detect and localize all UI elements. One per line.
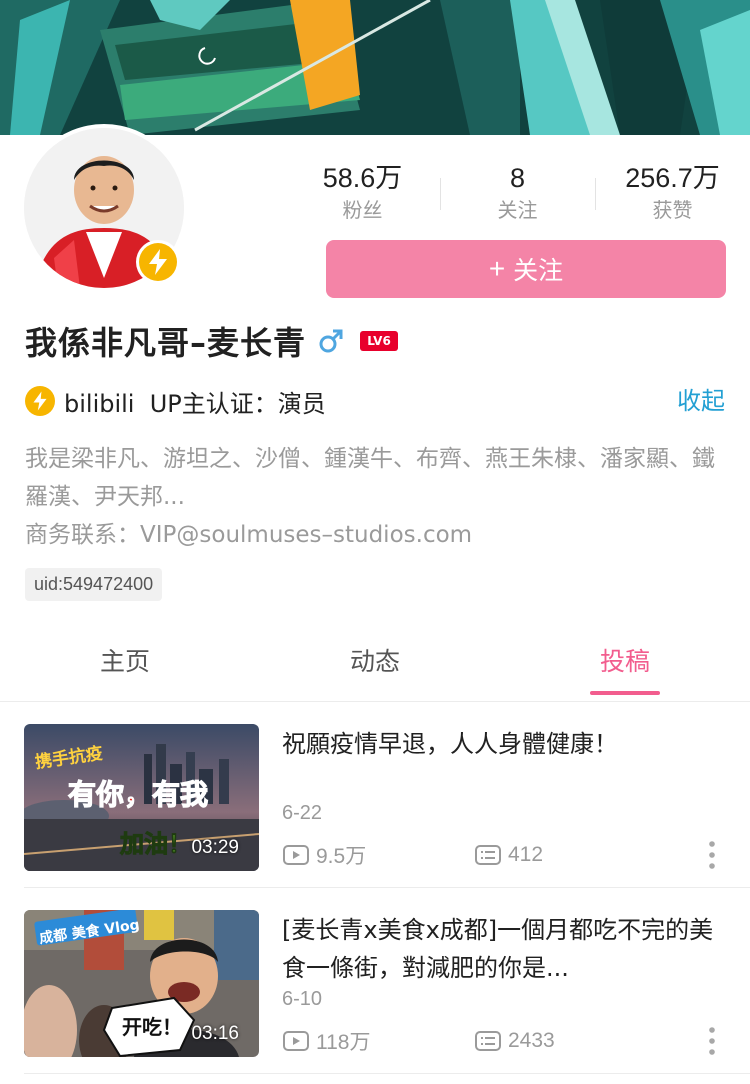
more-options-icon[interactable] bbox=[707, 1026, 717, 1056]
stat-divider bbox=[595, 178, 596, 210]
tab-label: 主页 bbox=[99, 647, 150, 676]
video-duration: 03:16 bbox=[191, 1023, 239, 1044]
comment-count: 2433 bbox=[508, 1029, 555, 1052]
profile-stats: 58.6万 粉丝 8 关注 256.7万 获赞 bbox=[285, 160, 750, 230]
uid-tag[interactable]: uid:549472400 bbox=[25, 568, 163, 601]
profile-tabs: 主页 动态 投稿 bbox=[0, 630, 750, 702]
bio-text: 我是梁非凡、游坦之、沙僧、鍾漢牛、布齊、燕王朱棣、潘家顯、鐵羅漢、尹天邦... bbox=[25, 446, 715, 510]
divider bbox=[24, 887, 750, 888]
thumb-text: 有你，有我 bbox=[68, 778, 208, 811]
stat-value: 58.6万 bbox=[322, 163, 403, 193]
stat-value: 8 bbox=[509, 163, 526, 193]
comment-count: 412 bbox=[508, 843, 544, 866]
video-title[interactable]: [麦长青x美食x成都]一個月都吃不完的美食一條街，對減肥的你是... bbox=[282, 911, 722, 987]
stat-divider bbox=[440, 178, 441, 210]
thumb-text: 哈哈哈哈 bbox=[144, 1039, 180, 1051]
comment-count-icon bbox=[475, 845, 501, 865]
tab-submissions[interactable]: 投稿 bbox=[500, 630, 750, 701]
video-thumbnail[interactable]: 携手抗疫 有你，有我 加油！ 03:29 bbox=[24, 724, 259, 871]
video-date: 6-22 bbox=[282, 802, 323, 824]
thumb-text: 加油！ bbox=[120, 830, 192, 858]
stat-likes[interactable]: 256.7万 获赞 bbox=[595, 160, 750, 230]
stat-following[interactable]: 8 关注 bbox=[440, 160, 595, 230]
follow-button-label: 关注 bbox=[513, 257, 564, 285]
video-thumbnail[interactable]: 成都 美食 Vlog 开吃！ 哈哈哈哈 03:16 bbox=[24, 910, 259, 1057]
video-item[interactable]: 携手抗疫 有你，有我 加油！ 03:29 祝願疫情早退，人人身體健康！ 6-22… bbox=[0, 703, 750, 888]
stat-label: 关注 bbox=[497, 198, 538, 222]
plus-icon: + bbox=[488, 253, 506, 284]
stat-value: 256.7万 bbox=[625, 163, 720, 193]
stat-label: 获赞 bbox=[652, 198, 693, 222]
video-comments: 412 bbox=[474, 840, 543, 870]
business-contact: 商务联系：VIP@soulmuses–studios.com bbox=[25, 522, 473, 548]
male-icon bbox=[319, 329, 343, 353]
play-count-icon bbox=[283, 845, 309, 865]
collapse-link[interactable]: 收起 bbox=[677, 381, 725, 421]
level-badge: LV6 bbox=[360, 331, 399, 351]
tab-label: 投稿 bbox=[599, 647, 650, 676]
stat-followers[interactable]: 58.6万 粉丝 bbox=[285, 160, 440, 230]
profile-banner bbox=[0, 0, 750, 135]
video-title[interactable]: 祝願疫情早退，人人身體健康！ bbox=[282, 725, 722, 763]
video-item[interactable]: 成都 美食 Vlog 开吃！ 哈哈哈哈 03:16 [麦长青x美食x成都]一個月… bbox=[0, 889, 750, 1074]
tab-label: 动态 bbox=[349, 647, 400, 676]
tab-active-indicator bbox=[590, 691, 660, 695]
follow-button[interactable]: + 关注 bbox=[326, 240, 726, 298]
certification-text: bilibili UP主认证：演员 bbox=[64, 389, 326, 418]
view-count: 9.5万 bbox=[316, 845, 367, 868]
view-count: 118万 bbox=[316, 1031, 371, 1054]
user-name: 我係非凡哥–麦长青 bbox=[25, 324, 307, 362]
divider bbox=[24, 1073, 750, 1074]
comment-count-icon bbox=[475, 1031, 501, 1051]
video-date: 6-10 bbox=[282, 988, 323, 1010]
certification-row: bilibili UP主认证：演员 收起 bbox=[25, 381, 725, 421]
verified-icon bbox=[25, 386, 55, 416]
verified-badge-icon bbox=[136, 240, 180, 284]
tab-home[interactable]: 主页 bbox=[0, 630, 250, 701]
name-row: 我係非凡哥–麦长青 LV6 bbox=[25, 318, 399, 364]
video-views: 118万 bbox=[282, 1026, 370, 1056]
more-options-icon[interactable] bbox=[707, 840, 717, 870]
play-count-icon bbox=[283, 1031, 309, 1051]
thumb-text: 开吃！ bbox=[122, 1015, 182, 1039]
tab-dynamics[interactable]: 动态 bbox=[250, 630, 500, 701]
video-duration: 03:29 bbox=[191, 837, 239, 858]
stat-label: 粉丝 bbox=[342, 198, 383, 222]
video-views: 9.5万 bbox=[282, 840, 366, 870]
video-comments: 2433 bbox=[474, 1026, 555, 1056]
